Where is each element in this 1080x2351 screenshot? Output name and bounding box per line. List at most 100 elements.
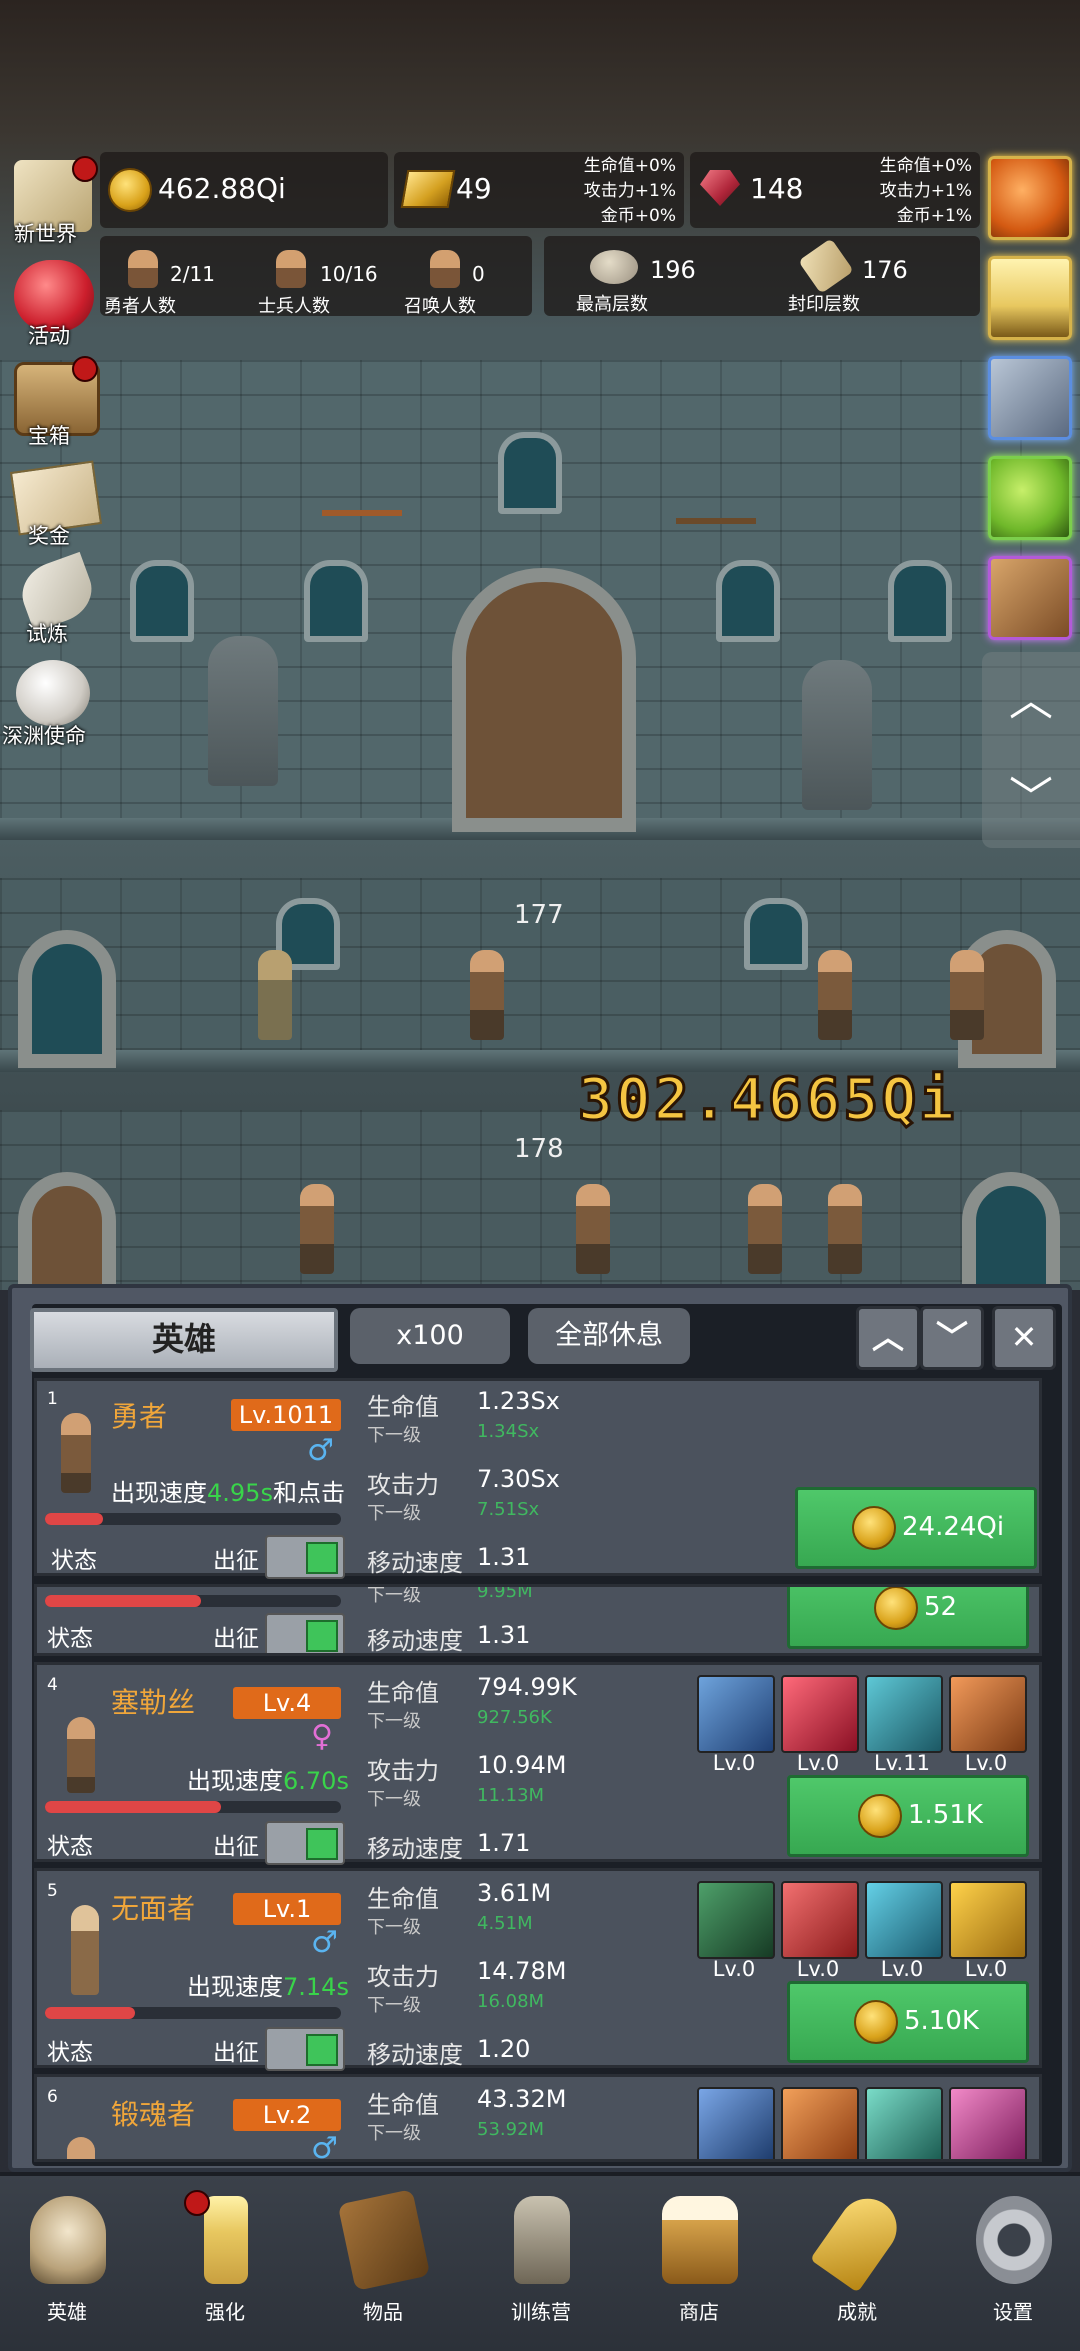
side-new-world[interactable]: 新世界 [8, 156, 98, 246]
hero-sprite[interactable] [470, 950, 504, 1040]
speed-label: 出现速度 [187, 1973, 283, 2001]
upgrade-button[interactable]: 1.51K [787, 1775, 1029, 1857]
knight-statue [208, 636, 278, 786]
upgrade-button[interactable]: 24.24Qi [795, 1487, 1037, 1569]
max-floor-value: 196 [650, 256, 696, 284]
spider-icon[interactable] [949, 1675, 1027, 1753]
dagger-icon[interactable] [781, 1881, 859, 1959]
knight-statue [802, 660, 872, 810]
nav-label: 英雄 [47, 2300, 87, 2324]
rest-all-button[interactable]: 全部休息 [528, 1308, 690, 1364]
star-shield-icon[interactable] [697, 1675, 775, 1753]
hero-count-label: 勇者人数 [104, 296, 176, 317]
scroll-down-button[interactable]: ﹀ [982, 750, 1080, 848]
hero-card-5[interactable]: 5 无面者 Lv.1 ♂ 出现速度7.14s 状态 出征 生命值 3.61M 下… [34, 1868, 1042, 2071]
nav-hero[interactable]: 英雄 [12, 2196, 122, 2336]
bottom-nav: 英雄 强化 物品 训练营 商店 成就 设置 [0, 2172, 1080, 2351]
close-panel-button[interactable]: ✕ [992, 1306, 1056, 1370]
hero-sprite[interactable] [576, 1184, 610, 1274]
notification-dot [72, 356, 98, 382]
monster-jaw-icon[interactable] [781, 1675, 859, 1753]
skull-shield-icon[interactable] [697, 2087, 775, 2159]
deploy-toggle[interactable] [265, 2027, 345, 2071]
collapse-panel-button[interactable]: ﹀ [920, 1306, 984, 1370]
atk-next-value: 16.08M [477, 1991, 545, 2012]
candle-icon[interactable] [988, 256, 1072, 340]
floor-number: 178 [514, 1134, 564, 1164]
castle-window [498, 432, 562, 514]
hp-label: 生命值 [367, 1885, 439, 1913]
side-archway [962, 1172, 1060, 1290]
hero-portrait [71, 1905, 99, 1995]
nav-achievements[interactable]: 成就 [802, 2187, 912, 2336]
hero-card-partial[interactable]: 下一级 9.95M 状态 出征 移动速度 1.31 52 [34, 1584, 1042, 1656]
enemy-sprite[interactable] [258, 950, 292, 1040]
slime-icon[interactable] [988, 456, 1072, 540]
nav-training-camp[interactable]: 训练营 [486, 2196, 596, 2336]
next-level-label: 下一级 [367, 1503, 421, 1524]
hero-sprite[interactable] [828, 1184, 862, 1274]
move-speed-label: 移动速度 [367, 1835, 463, 1863]
gold-counter: 462.88Qi [100, 152, 388, 228]
scroll-up-button[interactable]: ︿ [982, 652, 1080, 750]
hp-label: 生命值 [367, 2091, 439, 2119]
hp-value: 794.99K [477, 1673, 577, 1701]
green-sword-icon[interactable] [697, 1881, 775, 1959]
nav-settings[interactable]: 设置 [958, 2196, 1068, 2336]
next-level-label: 下一级 [367, 1917, 421, 1938]
nav-items[interactable]: 物品 [328, 2189, 438, 2336]
hero-card-4[interactable]: 4 塞勒丝 Lv.4 ♀ 出现速度6.70s 状态 出征 生命值 794.99K… [34, 1662, 1042, 1865]
upgrade-button[interactable]: 52 [787, 1587, 1029, 1649]
side-abyss[interactable]: 深渊使命 [2, 656, 118, 748]
gold-coin-icon [854, 2000, 898, 2044]
hp-label: 生命值 [367, 1679, 439, 1707]
lantern-icon [514, 2196, 570, 2284]
bonus-atk: 攻击力+1% [879, 181, 972, 201]
boot-icon[interactable] [865, 1881, 943, 1959]
summon-head-icon [430, 250, 460, 288]
helmet-icon[interactable] [988, 356, 1072, 440]
upgrade-button[interactable]: 5.10K [787, 1981, 1029, 2063]
hero-count: 2/11 [170, 262, 215, 286]
viking-helmet-icon[interactable] [949, 1881, 1027, 1959]
equip-level: Lv.0 [964, 1751, 1008, 1775]
deploy-toggle[interactable] [265, 1821, 345, 1865]
tab-hero[interactable]: 英雄 [30, 1308, 338, 1372]
summon-count: 0 [472, 262, 485, 286]
hero-sprite[interactable] [748, 1184, 782, 1274]
hp-next-value: 1.34Sx [477, 1421, 540, 1442]
atk-label: 攻击力 [367, 1963, 439, 1991]
pumpkin-icon[interactable] [988, 156, 1072, 240]
hero-sprite[interactable] [818, 950, 852, 1040]
boots-icon[interactable] [865, 1675, 943, 1753]
side-event[interactable]: 活动 [8, 256, 98, 348]
side-bonus[interactable]: 奖金 [8, 456, 103, 548]
hero-appear-speed: 出现速度7.14s [187, 1967, 349, 2002]
hero-card-6[interactable]: 6 锻魂者 Lv.2 ♂ 生命值 43.32M 下一级 53.92M [34, 2074, 1042, 2162]
gold-bar-counter: 49 生命值+0% 攻击力+1% 金币+0% [394, 152, 684, 228]
expand-panel-button[interactable]: ︿ [856, 1306, 920, 1370]
equip-level: Lv.0 [712, 1751, 756, 1775]
nav-label: 商店 [679, 2300, 719, 2324]
multiplier-button[interactable]: x100 [350, 1308, 510, 1364]
unit-counters: 2/11 勇者人数 10/16 士兵人数 0 召唤人数 [100, 236, 532, 317]
side-trial[interactable]: 试炼 [8, 551, 101, 646]
close-icon: ✕ [1010, 1318, 1038, 1356]
boot-icon[interactable] [949, 2087, 1027, 2159]
hero-index: 6 [47, 2087, 58, 2107]
deploy-label: 出征 [213, 1548, 259, 1574]
deploy-toggle[interactable] [265, 1535, 345, 1579]
hero-name: 勇者 [111, 1400, 168, 1433]
axe-icon[interactable] [781, 2087, 859, 2159]
goggles-icon[interactable] [988, 556, 1072, 640]
hero-card-1[interactable]: 1 勇者 Lv.1011 ♂ 出现速度4.95s和点击 状态 出征 生命值 1.… [34, 1378, 1042, 1579]
gold-coin-icon [874, 1587, 918, 1630]
hero-sprite[interactable] [950, 950, 984, 1040]
side-chest[interactable]: 宝箱 [8, 356, 100, 448]
nav-shop[interactable]: 商店 [644, 2196, 754, 2336]
nav-enhance[interactable]: 强化 [170, 2190, 280, 2336]
equip-level: Lv.0 [880, 1957, 924, 1981]
hammer-icon[interactable] [865, 2087, 943, 2159]
deploy-toggle[interactable] [265, 1613, 345, 1653]
hero-sprite[interactable] [300, 1184, 334, 1274]
